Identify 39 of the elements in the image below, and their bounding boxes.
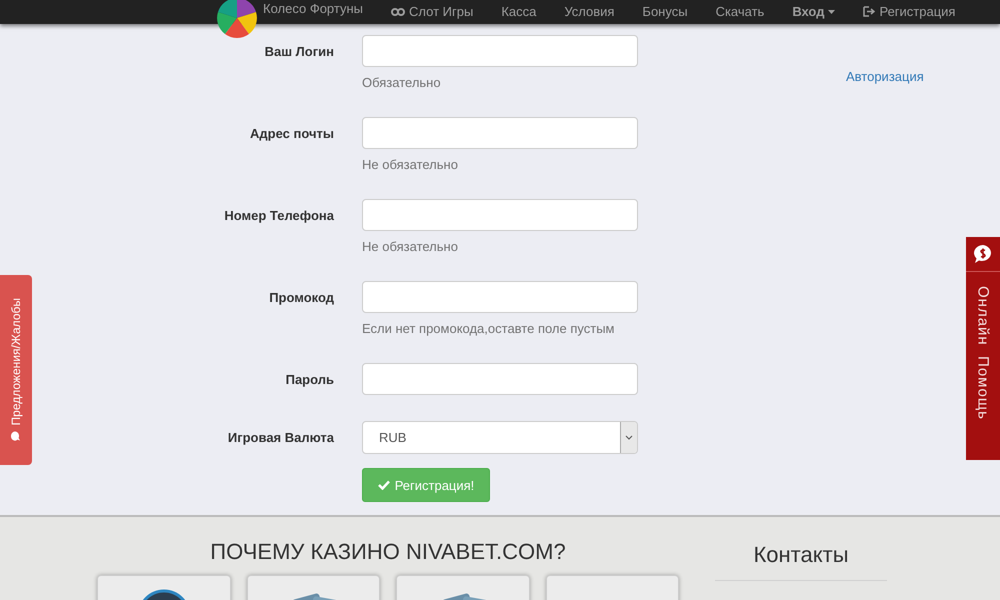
chat-dollar-icon [973,244,993,264]
chat-icon [10,430,22,442]
feedback-tab[interactable]: Предложения/Жалобы [0,275,32,465]
nav-link[interactable]: Условия [550,5,628,36]
field-hint: Обязательно [362,75,442,90]
section-heading: ПОЧЕМУ КАЗИНО NIVABET.COM? [210,539,566,565]
input-field[interactable] [362,199,638,231]
input-field[interactable] [362,281,638,313]
help-tab[interactable]: Онлайн Помощь [966,237,1000,460]
check-icon [378,480,390,490]
sign-in-icon [863,6,876,17]
field-label: Пароль [286,371,334,387]
login-link[interactable]: Авторизация [846,69,924,84]
input-field[interactable] [362,117,638,149]
nav-link[interactable]: Касса [487,5,550,36]
field-label: Номер Телефона [224,207,334,223]
input-field[interactable] [362,35,638,67]
nav-link[interactable]: Скачать [702,5,778,36]
chevron-down-icon [625,435,633,440]
field-hint: Если нет промокода,оставте поле пустым [362,321,616,336]
field-hint: Не обязательно [362,157,459,172]
nav-link[interactable]: Слот Игры [377,5,488,36]
field-hint: Не обязательно [362,239,459,254]
help-label: Онлайн Помощь [974,286,992,420]
contacts-heading: Контакты [753,542,849,568]
caret-icon [828,10,836,14]
field-label: Игровая Валюта [228,429,334,445]
feedback-label: Предложения/Жалобы [9,298,23,426]
link-icon [391,6,406,16]
field-label: Адрес почты [250,125,334,141]
nav-link[interactable]: Колесо Фортуны [203,0,378,36]
field-label: Промокод [269,289,334,305]
currency-select[interactable]: RUB [362,421,638,454]
nav-link[interactable]: Регистрация [849,5,970,36]
nav-link[interactable]: Вход [778,5,850,36]
nav-link[interactable]: Бонусы [628,5,702,36]
input-field[interactable] [362,363,638,395]
wheel-logo-icon [217,0,257,38]
field-label: Ваш Логин [264,43,334,59]
